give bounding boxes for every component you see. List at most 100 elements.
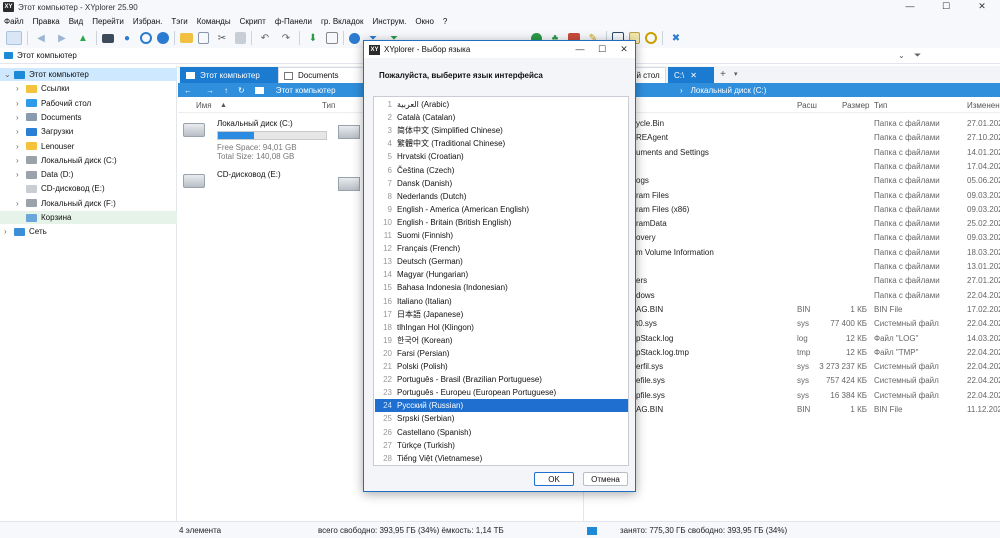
language-item[interactable]: 4 繁體中文 (Traditional Chinese) — [375, 137, 628, 150]
back-arrow-icon[interactable]: ← — [184, 86, 192, 95]
language-item[interactable]: 2 Català (Catalan) — [375, 111, 628, 124]
column-name[interactable]: Имя — [196, 101, 212, 110]
language-item[interactable]: 18 tlhIngan Hol (Klingon) — [375, 321, 628, 334]
language-item[interactable]: 14 Magyar (Hungarian) — [375, 268, 628, 281]
table-row[interactable]: ram Files Папка с файлами 09.03.2024 — [584, 189, 1000, 203]
close-tab-icon[interactable]: ✕ — [690, 71, 697, 80]
menu-item[interactable]: ф-Панели — [275, 17, 312, 26]
menu-item[interactable]: Перейти — [92, 17, 124, 26]
settings-icon[interactable] — [645, 32, 657, 44]
undo-icon[interactable]: ↶ — [257, 31, 273, 45]
language-item[interactable]: 10 English - Britain (British English) — [375, 216, 628, 229]
minimize-button[interactable]: — — [892, 0, 928, 14]
new-tab-button[interactable]: + — [720, 69, 726, 80]
table-row[interactable]: efile.sys sys 757 424 КБ Системный файл 22.0… — [584, 374, 1000, 388]
language-item[interactable]: 9 English - America (American English) — [375, 203, 628, 216]
column-type[interactable]: Тип — [322, 101, 335, 110]
column-size[interactable]: Размер — [842, 101, 870, 110]
table-row[interactable]: dows Папка с файлами 22.04.2024 — [584, 289, 1000, 303]
forward-arrow-icon[interactable]: ▶ — [54, 31, 70, 45]
close-button[interactable]: ✕ — [964, 0, 1000, 14]
table-row[interactable]: ramData Папка с файлами 25.02.2024 — [584, 217, 1000, 231]
expand-icon[interactable]: › — [16, 142, 26, 151]
tree-item[interactable]: › Lenouser — [0, 140, 177, 153]
table-row[interactable]: Папка с файлами 13.01.2022 — [584, 260, 1000, 274]
breadcrumb[interactable]: › Локальный диск (C:) — [584, 83, 1000, 97]
forward-arrow-icon[interactable]: → — [206, 86, 214, 95]
minimize-button[interactable]: — — [569, 41, 591, 58]
ok-button[interactable]: OK — [534, 472, 574, 486]
tree-item[interactable]: › Сеть — [0, 225, 177, 238]
search-icon[interactable] — [140, 32, 152, 44]
language-item[interactable]: 1 العربية (Arabic) — [375, 98, 628, 111]
tab-documents[interactable]: Documents — [278, 67, 368, 83]
address-dropdown-icon[interactable]: ⌄ — [898, 51, 905, 60]
tab-list-icon[interactable]: ▾ — [734, 70, 738, 78]
menu-item[interactable]: Вид — [69, 17, 83, 26]
menu-item[interactable]: Окно — [415, 17, 434, 26]
pin-icon[interactable]: ● — [119, 31, 135, 45]
filter-icon[interactable]: ⏷ — [914, 50, 921, 61]
language-item[interactable]: 21 Polski (Polish) — [375, 360, 628, 373]
menu-item[interactable]: Избран. — [133, 17, 162, 26]
column-ext[interactable]: Расш — [797, 101, 817, 110]
expand-icon[interactable]: › — [16, 199, 26, 208]
customize-icon[interactable]: ✖ — [668, 31, 684, 45]
language-item[interactable]: 25 Srpski (Serbian) — [375, 412, 628, 425]
new-folder-icon[interactable] — [180, 33, 193, 43]
up-arrow-icon[interactable]: ▲ — [75, 31, 91, 45]
cancel-button[interactable]: Отмена — [583, 472, 628, 486]
table-row[interactable]: ogs Папка с файлами 05.06.2021 — [584, 174, 1000, 188]
language-item[interactable]: 12 Français (French) — [375, 242, 628, 255]
language-item[interactable]: 15 Bahasa Indonesia (Indonesian) — [375, 281, 628, 294]
history-icon[interactable]: ↻ — [238, 86, 245, 95]
drive-icon[interactable] — [6, 31, 22, 45]
table-row[interactable]: overy Папка с файлами 09.03.2024 — [584, 231, 1000, 245]
close-button[interactable]: ✕ — [613, 41, 635, 58]
expand-icon[interactable]: › — [16, 170, 26, 179]
language-item[interactable]: 16 Italiano (Italian) — [375, 295, 628, 308]
drive-item-e[interactable]: CD-дисковод (E:) — [183, 170, 281, 188]
expand-icon[interactable]: › — [16, 84, 26, 93]
menu-item[interactable]: Правка — [33, 17, 60, 26]
column-modified[interactable]: Изменен — [967, 101, 1000, 110]
language-item[interactable]: 6 Čeština (Czech) — [375, 164, 628, 177]
history-icon[interactable] — [157, 32, 169, 44]
paste-icon[interactable] — [235, 32, 246, 44]
maximize-button[interactable]: ☐ — [928, 0, 964, 14]
table-row[interactable]: Папка с файлами 17.04.2024 — [584, 160, 1000, 174]
menu-item[interactable]: Скрипт — [240, 17, 266, 26]
language-item[interactable]: 20 Farsi (Persian) — [375, 347, 628, 360]
language-item[interactable]: 11 Suomi (Finnish) — [375, 229, 628, 242]
tree-item[interactable]: Корзина — [0, 211, 177, 224]
table-row[interactable]: AG.BIN BIN 1 КБ BIN File 11.12.2023 — [584, 403, 1000, 417]
tree-item[interactable]: › Локальный диск (C:) — [0, 154, 177, 167]
language-item[interactable]: 27 Türkçe (Turkish) — [375, 439, 628, 452]
tree-item[interactable]: › Рабочий стол — [0, 97, 177, 110]
info-icon[interactable] — [349, 32, 360, 44]
column-type[interactable]: Тип — [874, 101, 887, 110]
table-row[interactable]: pStack.log log 12 КБ Файл "LOG" 14.03.2024 — [584, 332, 1000, 346]
table-row[interactable]: pfile.sys sys 16 384 КБ Системный файл 22.04… — [584, 389, 1000, 403]
expand-icon[interactable]: › — [16, 156, 26, 165]
catalog-icon[interactable] — [326, 32, 338, 44]
table-row[interactable]: uments and Settings Папка с файлами 14.01.… — [584, 146, 1000, 160]
expand-icon[interactable]: › — [16, 99, 26, 108]
tab-c-drive[interactable]: C:\ ✕ — [668, 67, 714, 83]
menu-item[interactable]: гр. Вкладок — [321, 17, 363, 26]
drive-item-c[interactable]: Локальный диск (C:) Free Space: 94,01 GB… — [183, 119, 327, 161]
table-row[interactable]: pStack.log.tmp tmp 12 КБ Файл "TMP" 22.04.20… — [584, 346, 1000, 360]
expand-icon[interactable]: ⌄ — [4, 70, 14, 79]
copy-icon[interactable] — [198, 32, 209, 44]
table-row[interactable]: ycle.Bin Папка с файлами 27.01.2023 — [584, 117, 1000, 131]
tree-item[interactable]: › Ссылки — [0, 82, 177, 95]
computer-icon[interactable] — [102, 33, 114, 43]
expand-icon[interactable]: › — [16, 113, 26, 122]
table-row[interactable]: ram Files (x86) Папка с файлами 09.03.2024 — [584, 203, 1000, 217]
table-row[interactable]: m Volume Information Папка с файлами 18.03… — [584, 246, 1000, 260]
language-item[interactable]: 17 日本語 (Japanese) — [375, 308, 628, 321]
redo-icon[interactable]: ↷ — [278, 31, 294, 45]
cut-icon[interactable]: ✂ — [214, 31, 230, 45]
language-item[interactable]: 5 Hrvatski (Croatian) — [375, 150, 628, 163]
language-item[interactable]: 22 Português - Brasil (Brazilian Portugue… — [375, 373, 628, 386]
